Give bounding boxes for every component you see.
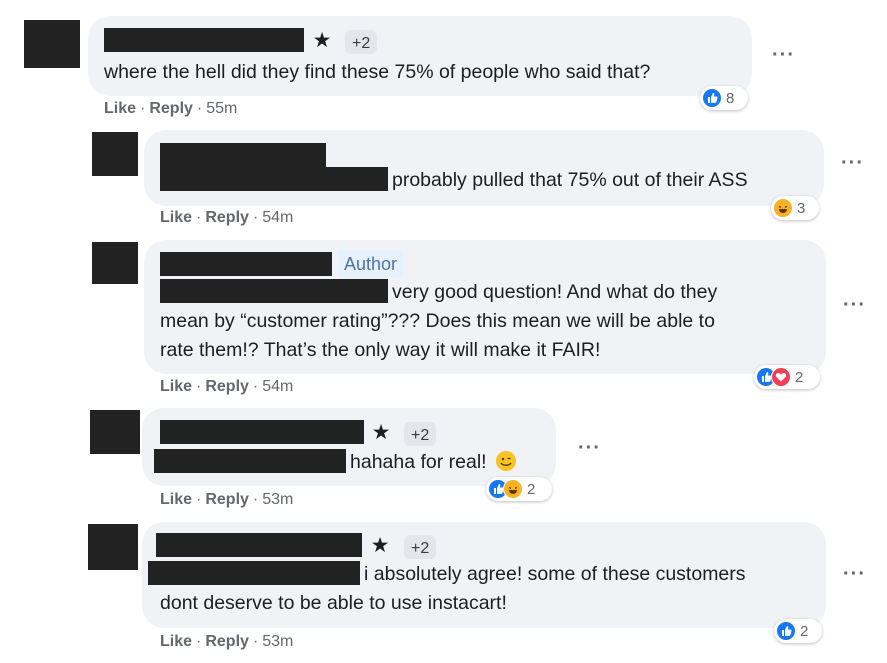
avatar[interactable] [88, 524, 138, 570]
smiling-face-emoji-icon [496, 451, 517, 471]
avatar[interactable] [90, 410, 140, 454]
badge-count[interactable]: +2 [404, 422, 437, 446]
badge-count[interactable]: +2 [345, 30, 378, 54]
separator: · [252, 209, 259, 226]
avatar[interactable] [92, 132, 138, 176]
redacted-mention[interactable] [148, 561, 360, 585]
separator: · [196, 100, 203, 117]
more-options-button[interactable]: ··· [578, 437, 601, 460]
author-badge: Author [338, 250, 404, 278]
comment-text: where the hell did they find these 75% o… [104, 61, 651, 83]
timestamp[interactable]: 55m [206, 100, 237, 117]
like-link[interactable]: Like [160, 633, 192, 650]
reaction-count: 2 [795, 368, 804, 386]
top-fan-star-icon: ★ [370, 534, 390, 557]
separator: · [196, 491, 202, 508]
reaction-summary[interactable]: 2 [486, 477, 552, 501]
redacted-author-name[interactable] [160, 252, 332, 276]
comment-text: rate them!? That’s the only way it will … [160, 339, 601, 361]
more-options-button[interactable]: ··· [772, 44, 795, 67]
comment-text-line: i absolutely agree! some of these custom… [148, 560, 746, 588]
separator: · [196, 633, 202, 650]
redacted-mention[interactable] [154, 449, 346, 473]
separator: · [140, 100, 146, 117]
reaction-count: 2 [800, 622, 809, 640]
avatar[interactable] [92, 242, 138, 284]
haha-reaction-icon [503, 479, 523, 499]
reaction-count: 3 [797, 199, 806, 217]
like-link[interactable]: Like [160, 209, 192, 226]
top-fan-star-icon: ★ [371, 421, 391, 444]
redacted-author-name[interactable] [160, 420, 364, 444]
comment-text: i absolutely agree! some of these custom… [364, 563, 746, 585]
like-reaction-icon [702, 88, 722, 108]
like-reaction-icon [776, 621, 796, 641]
comment-text: mean by “customer rating”??? Does this m… [160, 310, 715, 332]
timestamp[interactable]: 54m [262, 378, 293, 395]
comment-text: probably pulled that 75% out of their AS… [392, 169, 748, 191]
redacted-author-name[interactable] [156, 533, 362, 557]
comment-actions: Like · Reply · 54m [160, 378, 293, 396]
separator: · [252, 633, 259, 650]
like-link[interactable]: Like [104, 100, 136, 117]
redacted-mention[interactable] [160, 279, 388, 303]
comment-text-line: very good question! And what do they [160, 278, 717, 306]
reply-link[interactable]: Reply [205, 378, 249, 395]
timestamp[interactable]: 54m [262, 209, 293, 226]
reaction-summary[interactable]: 2 [754, 365, 820, 389]
comment-actions: Like · Reply · 53m [160, 491, 293, 509]
more-options-button[interactable]: ··· [841, 152, 864, 175]
reply-link[interactable]: Reply [205, 209, 249, 226]
reply-link[interactable]: Reply [205, 491, 249, 508]
haha-reaction-icon [773, 198, 793, 218]
reply-link[interactable]: Reply [149, 100, 193, 117]
comment-text: very good question! And what do they [392, 281, 718, 303]
like-link[interactable]: Like [160, 491, 192, 508]
comment-text: dont deserve to be able to use instacart… [160, 592, 507, 614]
avatar[interactable] [24, 20, 80, 68]
redacted-mention[interactable] [160, 167, 388, 191]
comment-text-line: probably pulled that 75% out of their AS… [160, 166, 748, 194]
separator: · [196, 378, 202, 395]
reaction-summary[interactable]: 2 [774, 619, 822, 643]
reaction-summary[interactable]: 3 [771, 196, 819, 220]
comment-actions: Like · Reply · 55m [104, 100, 237, 118]
badge-count[interactable]: +2 [404, 535, 437, 559]
separator: · [252, 378, 259, 395]
more-options-button[interactable]: ··· [843, 294, 866, 317]
reaction-count: 2 [527, 480, 536, 498]
like-link[interactable]: Like [160, 378, 192, 395]
more-options-button[interactable]: ··· [843, 563, 866, 586]
reaction-count: 8 [726, 89, 735, 107]
redacted-author-name[interactable] [104, 28, 304, 52]
timestamp[interactable]: 53m [262, 491, 293, 508]
comment-text-line: hahaha for real! [154, 448, 517, 476]
redacted-author-name[interactable] [160, 143, 326, 167]
comment-actions: Like · Reply · 53m [160, 633, 293, 651]
timestamp[interactable]: 53m [262, 633, 293, 650]
reaction-summary[interactable]: 8 [700, 86, 748, 110]
separator: · [196, 209, 202, 226]
top-fan-star-icon: ★ [312, 29, 332, 52]
reply-link[interactable]: Reply [205, 633, 249, 650]
comment-actions: Like · Reply · 54m [160, 209, 293, 227]
love-reaction-icon [771, 367, 791, 387]
comment-text: hahaha for real! [350, 451, 487, 473]
separator: · [252, 491, 259, 508]
